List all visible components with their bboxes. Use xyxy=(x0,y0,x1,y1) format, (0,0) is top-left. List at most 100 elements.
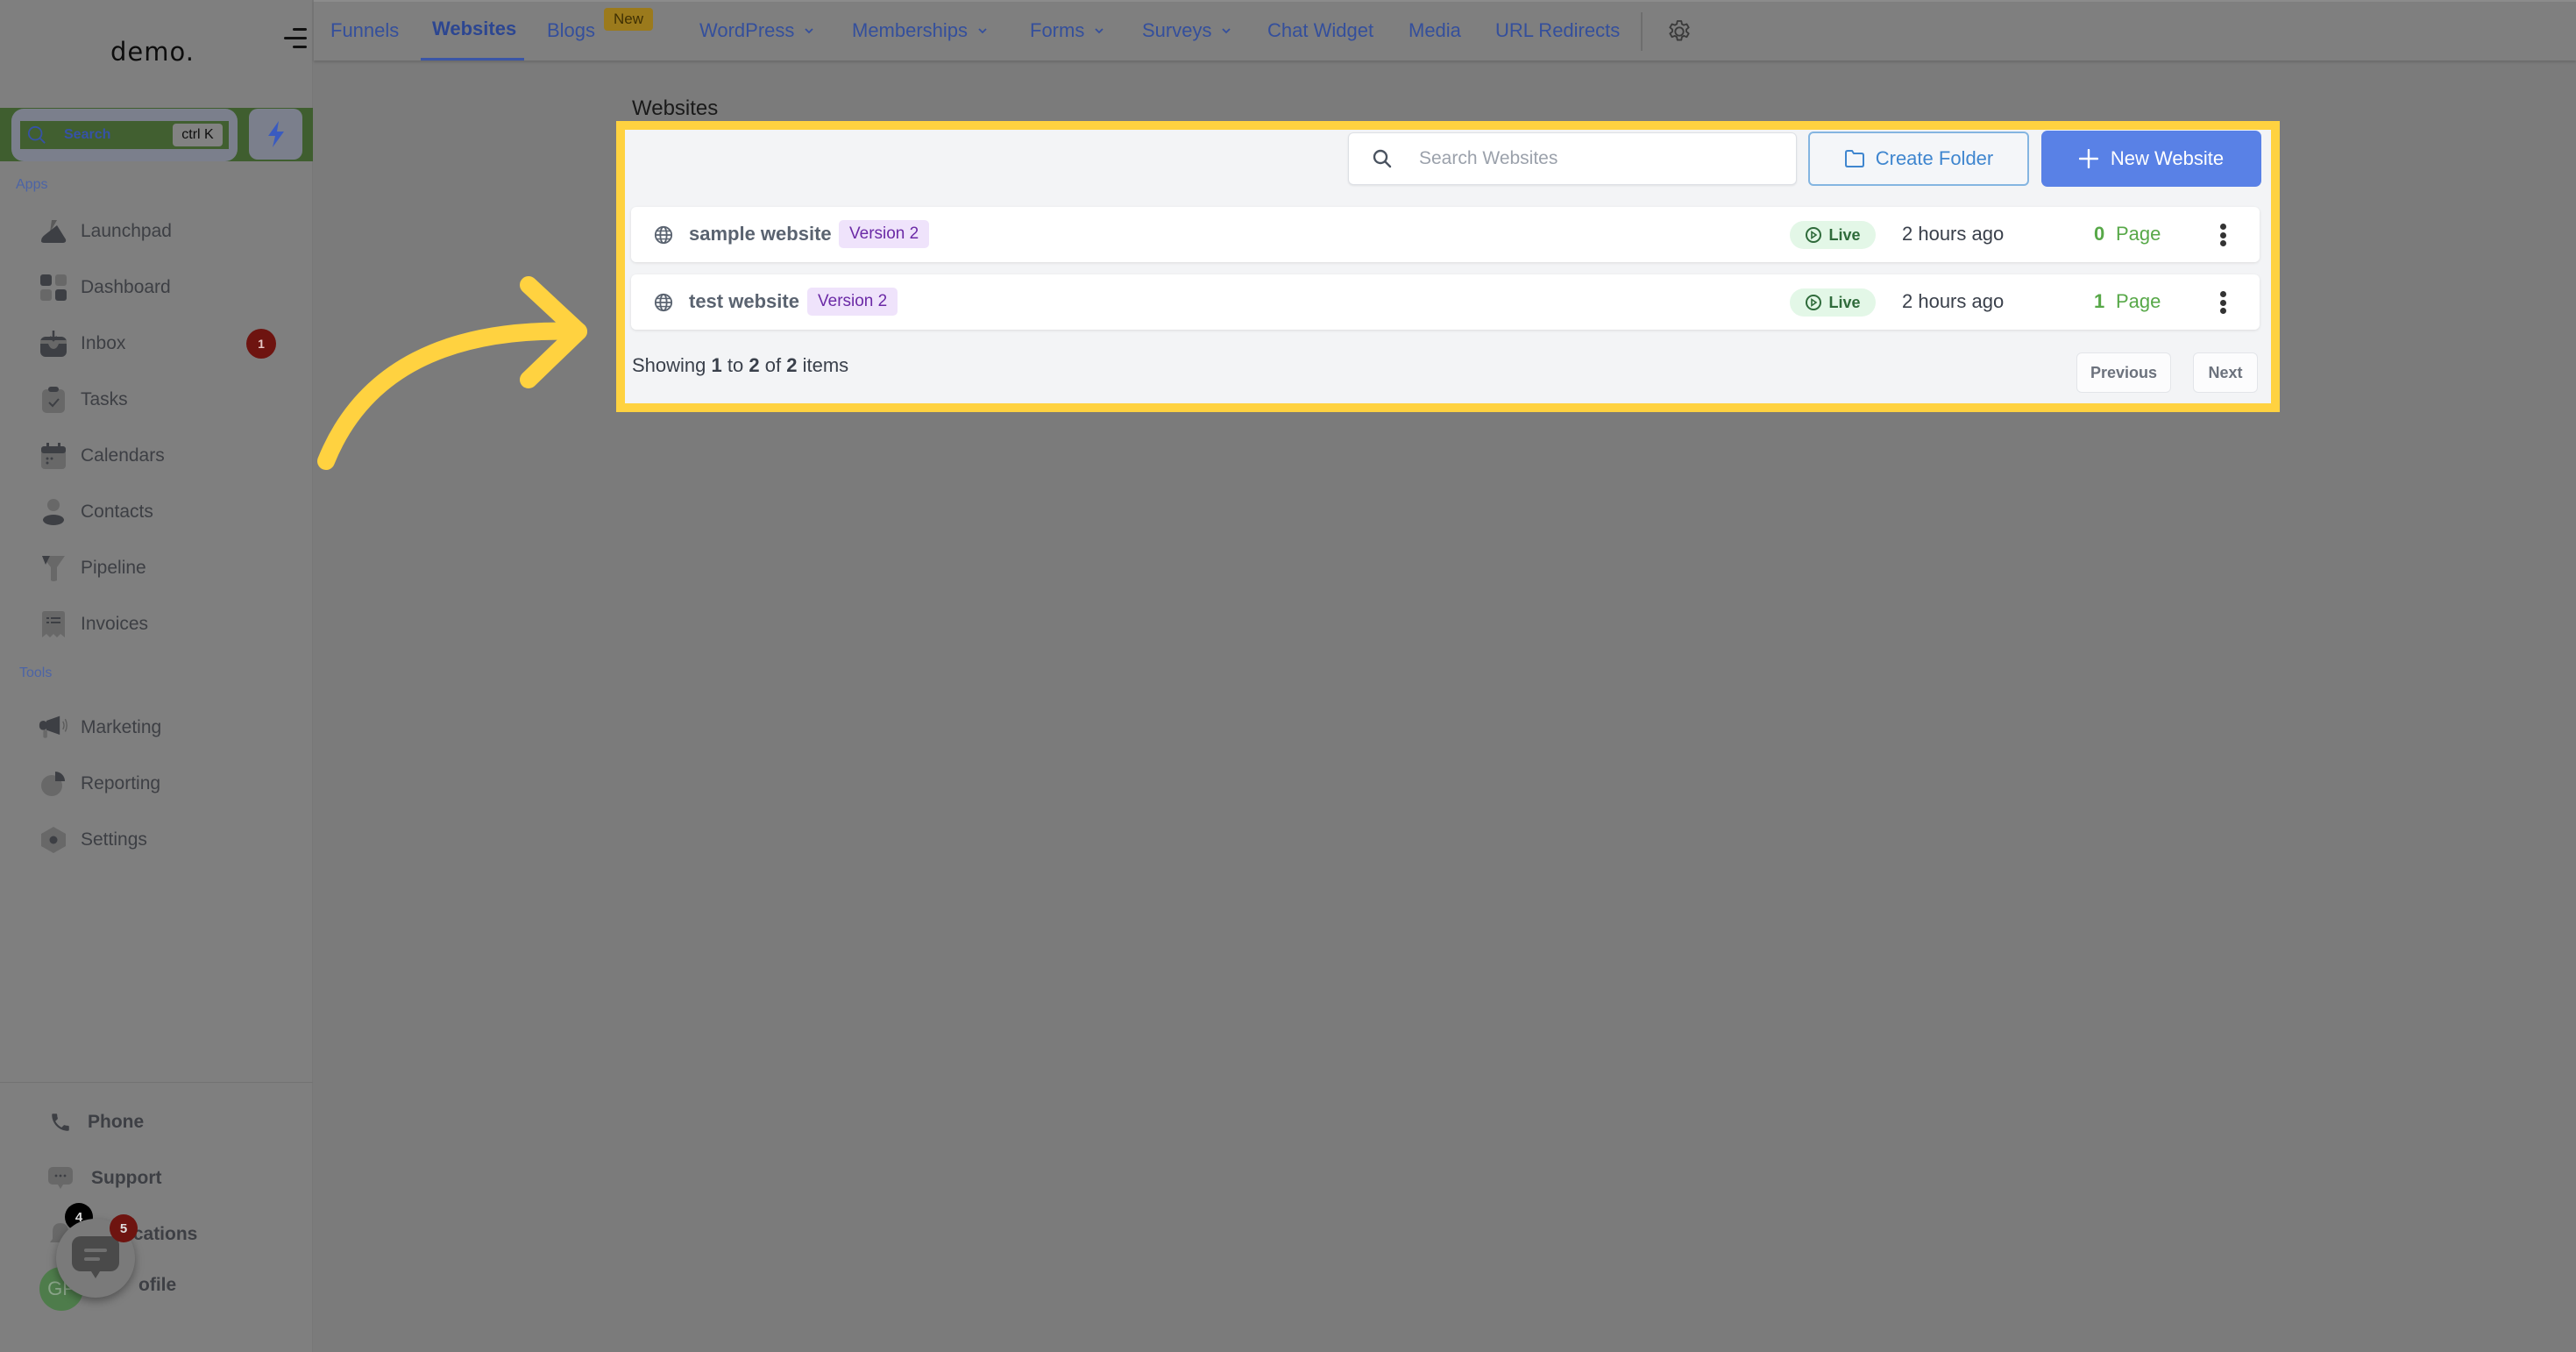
website-row[interactable]: test website Version 2 Live 2 hours ago … xyxy=(631,274,2260,330)
play-circle-icon xyxy=(1806,295,1822,310)
tab-surveys[interactable]: Surveys xyxy=(1142,19,1231,42)
tab-label: URL Redirects xyxy=(1495,19,1621,41)
tab-label: Media xyxy=(1409,19,1461,41)
sidebar-item-label: Inbox xyxy=(81,333,126,353)
search-icon xyxy=(27,125,46,144)
status-badge: Live xyxy=(1790,288,1876,317)
quick-actions-button[interactable] xyxy=(249,109,302,160)
collapse-sidebar-button[interactable] xyxy=(284,28,307,49)
folder-icon xyxy=(1844,150,1864,167)
nav-divider xyxy=(1641,12,1643,51)
tab-url-redirects[interactable]: URL Redirects xyxy=(1495,19,1620,42)
contacts-icon xyxy=(39,497,68,527)
chevron-down-icon xyxy=(805,28,814,34)
more-options-icon[interactable] xyxy=(2216,222,2230,248)
tab-chat-widget[interactable]: Chat Widget xyxy=(1267,19,1373,42)
tab-memberships[interactable]: Memberships xyxy=(852,19,987,42)
sidebar-item-support[interactable]: Support xyxy=(46,1161,300,1196)
support-chat-icon xyxy=(46,1163,75,1193)
previous-page-button[interactable]: Previous xyxy=(2076,352,2171,393)
pagination-suffix: items xyxy=(802,354,849,376)
page-count: 0 xyxy=(2094,223,2105,245)
tab-label: Chat Widget xyxy=(1267,19,1374,41)
top-navigation: Funnels Websites Blogs New WordPress Mem… xyxy=(314,0,2576,60)
pagination-to-word: to xyxy=(727,354,744,376)
search-websites-field[interactable] xyxy=(1348,132,1797,185)
sidebar-item-label: Calendars xyxy=(81,445,165,466)
chat-widget-badge: 5 xyxy=(110,1214,138,1242)
chevron-down-icon xyxy=(1095,28,1103,34)
calendar-icon xyxy=(39,441,68,471)
website-row[interactable]: sample website Version 2 Live 2 hours ag… xyxy=(631,207,2260,262)
create-folder-button[interactable]: Create Folder xyxy=(1808,132,2029,186)
search-websites-input[interactable] xyxy=(1419,148,1770,169)
pagination-from: 1 xyxy=(711,354,722,376)
version-badge: Version 2 xyxy=(807,288,898,316)
pie-chart-icon xyxy=(39,769,68,799)
new-website-button[interactable]: New Website xyxy=(2041,131,2261,187)
more-options-icon[interactable] xyxy=(2216,289,2230,316)
website-name[interactable]: test website xyxy=(689,290,799,313)
sidebar-item-tasks[interactable]: Tasks xyxy=(39,382,293,417)
shortcut-hint: ctrl K xyxy=(173,124,223,146)
page-count-label: Page xyxy=(2116,223,2161,245)
menu-line xyxy=(284,37,307,39)
tab-label: Surveys xyxy=(1142,19,1212,41)
sidebar-item-marketing[interactable]: Marketing xyxy=(39,710,293,745)
globe-icon xyxy=(654,225,673,245)
sidebar-item-invoices[interactable]: Invoices xyxy=(39,607,293,642)
updated-time: 2 hours ago xyxy=(1902,223,2005,245)
launchpad-icon xyxy=(39,217,68,246)
tab-label: Websites xyxy=(432,18,517,39)
page-title: Websites xyxy=(632,96,719,120)
next-page-button[interactable]: Next xyxy=(2193,352,2258,393)
quick-search-label: Search xyxy=(64,127,111,142)
lightning-icon xyxy=(267,121,284,147)
annotation-arrow-icon xyxy=(317,276,587,470)
sidebar-item-label: Pipeline xyxy=(81,558,146,578)
updated-time: 2 hours ago xyxy=(1902,290,2005,312)
sidebar-item-label: Launchpad xyxy=(81,221,172,241)
sidebar-divider xyxy=(0,1082,313,1083)
sidebar-item-reporting[interactable]: Reporting xyxy=(39,766,293,801)
sidebar-item-launchpad[interactable]: Launchpad xyxy=(39,214,293,249)
chevron-down-icon xyxy=(978,28,987,34)
sidebar-item-label: ications xyxy=(128,1224,198,1244)
pipeline-icon xyxy=(39,553,68,583)
section-label-tools: Tools xyxy=(19,665,53,680)
sidebar-item-settings[interactable]: Settings xyxy=(39,822,293,857)
sidebar-item-phone[interactable]: Phone xyxy=(46,1105,300,1140)
sidebar-item-contacts[interactable]: Contacts xyxy=(39,495,293,530)
megaphone-icon xyxy=(39,713,68,743)
tab-websites[interactable]: Websites xyxy=(432,18,516,40)
sidebar-item-label: Marketing xyxy=(81,717,162,737)
tab-label: Forms xyxy=(1030,19,1085,41)
tab-blogs[interactable]: Blogs xyxy=(547,19,595,42)
gear-icon[interactable] xyxy=(1665,18,1693,46)
tab-funnels[interactable]: Funnels xyxy=(330,19,399,42)
logo: demo. xyxy=(110,37,195,67)
sidebar-item-label: Tasks xyxy=(81,389,128,409)
sidebar-item-calendars[interactable]: Calendars xyxy=(39,438,293,473)
pagination-total: 2 xyxy=(786,354,798,376)
new-website-label: New Website xyxy=(2110,147,2225,169)
invoices-icon xyxy=(39,609,68,639)
play-circle-icon xyxy=(1806,227,1822,243)
tab-label: Funnels xyxy=(330,19,400,41)
section-label-apps: Apps xyxy=(16,177,48,192)
tab-label: WordPress xyxy=(699,19,795,41)
plus-icon xyxy=(2078,149,2098,168)
sidebar-item-dashboard[interactable]: Dashboard xyxy=(39,270,293,305)
tasks-icon xyxy=(39,385,68,415)
tab-wordpress[interactable]: WordPress xyxy=(699,19,814,42)
sidebar-item-pipeline[interactable]: Pipeline xyxy=(39,551,293,586)
status-badge: Live xyxy=(1790,221,1876,249)
website-name[interactable]: sample website xyxy=(689,223,832,245)
page-count-label: Page xyxy=(2116,290,2161,312)
tab-media[interactable]: Media xyxy=(1409,19,1461,42)
sidebar-item-label: Settings xyxy=(81,829,147,850)
tab-forms[interactable]: Forms xyxy=(1030,19,1103,42)
sidebar-item-label: Support xyxy=(91,1168,162,1188)
pagination-to: 2 xyxy=(749,354,760,376)
menu-line xyxy=(293,28,307,31)
